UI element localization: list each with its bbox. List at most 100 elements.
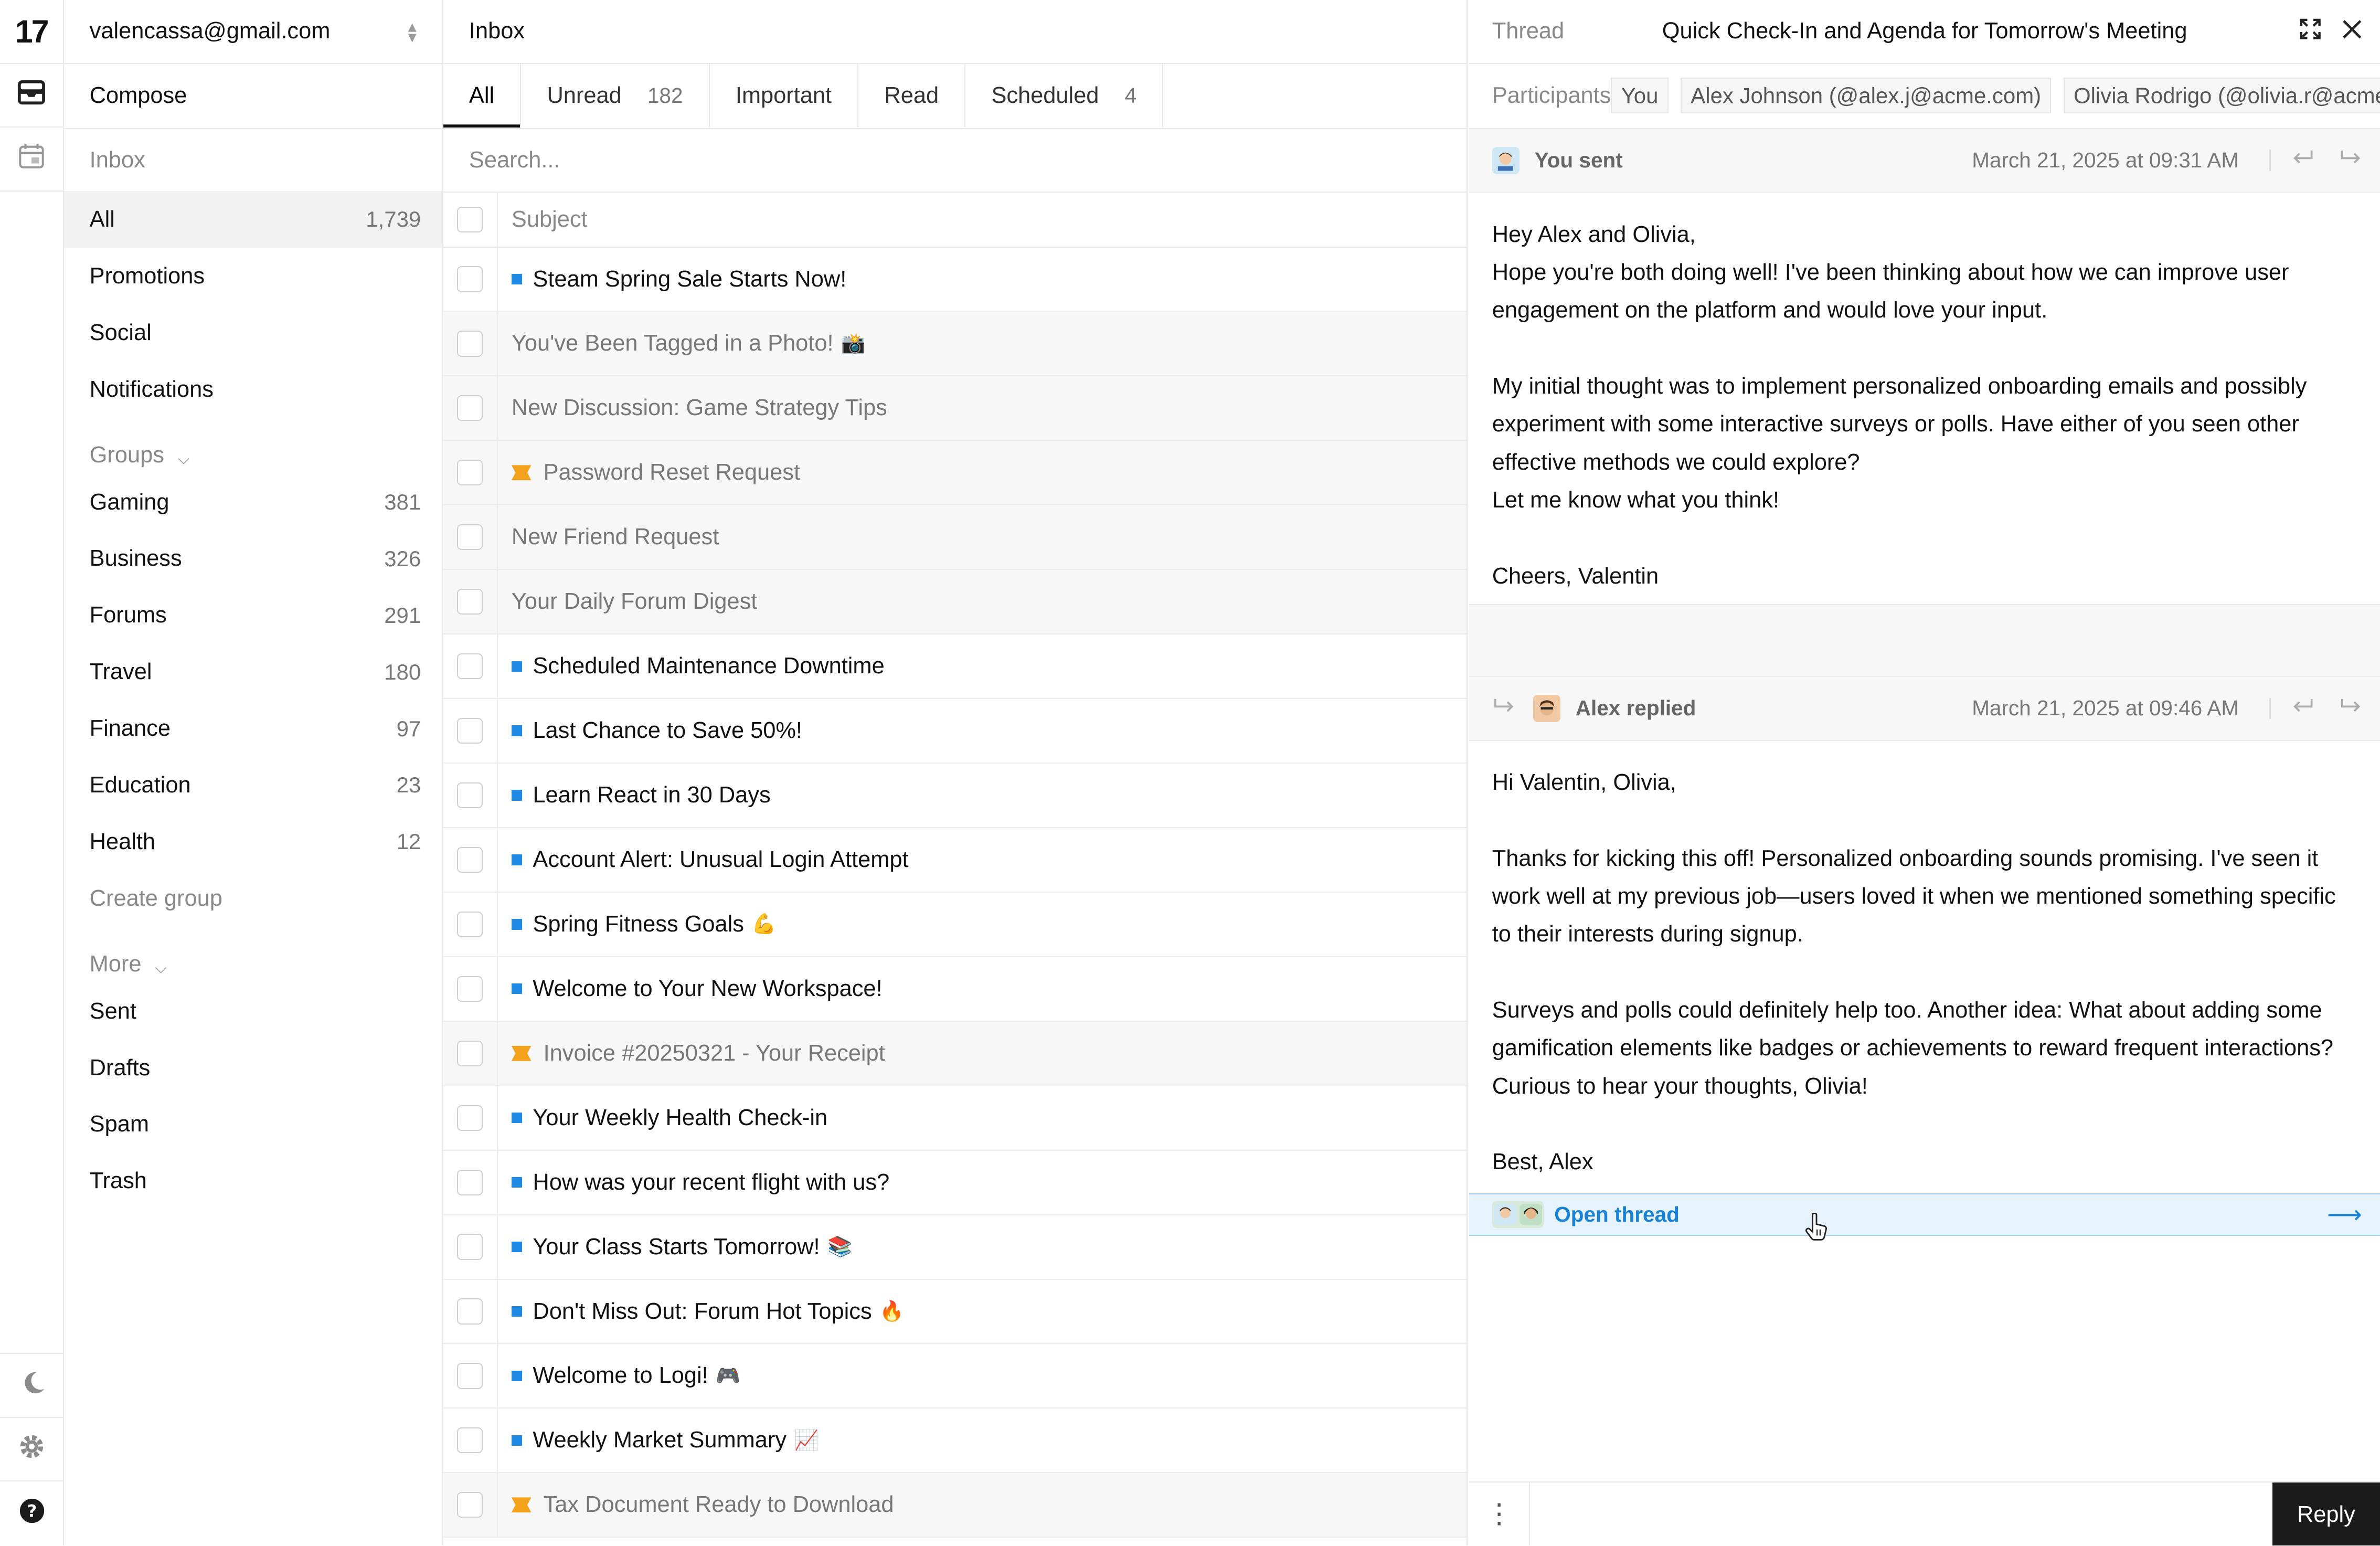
- row-checkbox[interactable]: [443, 1215, 498, 1279]
- create-group-button[interactable]: Create group: [64, 870, 442, 927]
- row-checkbox[interactable]: [443, 828, 498, 892]
- folder-item-notifications[interactable]: Notifications: [64, 361, 442, 418]
- message-row[interactable]: How was your recent flight with us?: [443, 1150, 1467, 1215]
- tab-important[interactable]: Important: [710, 63, 859, 128]
- reply-compose-area[interactable]: [1530, 1482, 2380, 1545]
- message-row[interactable]: Steam Spring Sale Starts Now!: [443, 247, 1467, 312]
- message-row[interactable]: New Discussion: Game Strategy Tips: [443, 376, 1467, 441]
- tab-all[interactable]: All: [443, 63, 522, 128]
- group-item-gaming[interactable]: Gaming 381: [64, 474, 442, 531]
- subject-emoji: 🔥: [879, 1300, 904, 1322]
- message-row[interactable]: Your Daily Forum Digest: [443, 570, 1467, 635]
- row-checkbox[interactable]: [443, 764, 498, 827]
- folder-item-all[interactable]: All 1,739: [63, 191, 442, 248]
- more-item-spam[interactable]: Spam: [64, 1096, 442, 1153]
- group-count: 381: [384, 490, 421, 515]
- tab-unread[interactable]: Unread 182: [521, 63, 710, 128]
- message-body: Hi Valentin, Olivia, Thanks for kicking t…: [1469, 741, 2380, 1181]
- row-subject: Tax Document Ready to Download: [498, 1492, 894, 1518]
- inbox-nav-button[interactable]: [0, 64, 63, 128]
- groups-heading[interactable]: Groups ⌵: [64, 418, 442, 474]
- message-row[interactable]: Tax Document Ready to Download: [443, 1473, 1467, 1538]
- more-heading[interactable]: More ⌵: [64, 927, 442, 983]
- help-button[interactable]: ?: [0, 1481, 64, 1545]
- reply-icon[interactable]: [2292, 147, 2314, 173]
- tab-scheduled[interactable]: Scheduled 4: [965, 63, 1164, 128]
- forward-icon[interactable]: [2339, 695, 2362, 721]
- message-row[interactable]: Invoice #20250321 - Your Receipt: [443, 1021, 1467, 1086]
- row-checkbox[interactable]: [443, 1150, 498, 1214]
- group-count: 180: [384, 659, 421, 684]
- message-row[interactable]: Scheduled Maintenance Downtime: [443, 634, 1467, 700]
- checkbox-box: [457, 1105, 483, 1131]
- participant-chip[interactable]: You: [1611, 77, 1669, 113]
- row-checkbox[interactable]: [443, 376, 498, 440]
- row-checkbox[interactable]: [443, 247, 498, 311]
- message-row[interactable]: New Friend Request: [443, 505, 1467, 570]
- row-checkbox[interactable]: [443, 1473, 498, 1537]
- row-checkbox[interactable]: [443, 1409, 498, 1473]
- reply-indicator-icon: [1492, 695, 1515, 721]
- more-item-drafts[interactable]: Drafts: [64, 1040, 442, 1096]
- row-checkbox[interactable]: [443, 570, 498, 634]
- group-item-forums[interactable]: Forums 291: [64, 587, 442, 644]
- reply-button[interactable]: Reply: [2272, 1483, 2380, 1545]
- message-row[interactable]: Your Class Starts Tomorrow! 📚: [443, 1215, 1467, 1280]
- group-item-finance[interactable]: Finance 97: [64, 701, 442, 757]
- search-input[interactable]: Search...: [443, 129, 1467, 193]
- message-row[interactable]: Spring Fitness Goals 💪: [443, 892, 1467, 957]
- row-checkbox[interactable]: [443, 1021, 498, 1085]
- message-row[interactable]: Welcome to Logi! 🎮: [443, 1344, 1467, 1409]
- participant-chip[interactable]: Olivia Rodrigo (@olivia.r@acme.com): [2063, 77, 2380, 113]
- row-checkbox[interactable]: [443, 892, 498, 956]
- message-row[interactable]: Weekly Market Summary 📈: [443, 1409, 1467, 1474]
- message-row[interactable]: Your Weekly Health Check-in: [443, 1086, 1467, 1151]
- theme-toggle-button[interactable]: [0, 1354, 64, 1418]
- message-row[interactable]: Password Reset Request: [443, 441, 1467, 506]
- forward-icon[interactable]: [2339, 147, 2362, 173]
- folder-item-promotions[interactable]: Promotions: [64, 248, 442, 304]
- message-row[interactable]: Don't Miss Out: Forum Hot Topics 🔥: [443, 1279, 1467, 1344]
- folder-item-social[interactable]: Social: [64, 304, 442, 361]
- more-item-trash[interactable]: Trash: [64, 1153, 442, 1210]
- arrow-right-icon: ⟶: [2327, 1201, 2362, 1229]
- row-checkbox[interactable]: [443, 1279, 498, 1343]
- reply-icon[interactable]: [2292, 695, 2314, 721]
- row-checkbox[interactable]: [443, 312, 498, 376]
- message-date: March 21, 2025 at 09:31 AM: [1972, 148, 2239, 173]
- unread-marker-icon: [511, 1306, 523, 1317]
- settings-button[interactable]: [0, 1418, 64, 1482]
- message-row[interactable]: You've Been Tagged in a Photo! 📸: [443, 312, 1467, 377]
- row-checkbox[interactable]: [443, 957, 498, 1021]
- message-body: Hey Alex and Olivia, Hope you're both doi…: [1469, 193, 2380, 604]
- account-switcher[interactable]: valencassa@gmail.com ▴ ▾: [63, 0, 442, 64]
- group-item-education[interactable]: Education 23: [64, 757, 442, 814]
- folder-label: Notifications: [89, 376, 214, 402]
- participant-chip[interactable]: Alex Johnson (@alex.j@acme.com): [1680, 77, 2052, 113]
- calendar-nav-button[interactable]: [0, 128, 63, 192]
- kebab-icon[interactable]: ⋮: [1469, 1482, 1531, 1545]
- open-thread-button[interactable]: Open thread ⟶: [1469, 1193, 2380, 1236]
- row-checkbox[interactable]: [443, 505, 498, 569]
- message-row[interactable]: Welcome to Your New Workspace!: [443, 957, 1467, 1022]
- row-checkbox[interactable]: [443, 634, 498, 698]
- more-item-sent[interactable]: Sent: [64, 983, 442, 1040]
- expand-icon[interactable]: [2300, 18, 2321, 46]
- group-item-business[interactable]: Business 326: [64, 531, 442, 587]
- row-checkbox[interactable]: [443, 1086, 498, 1150]
- close-icon[interactable]: [2342, 19, 2362, 45]
- label-tag-icon: [511, 465, 532, 481]
- compose-button[interactable]: Compose: [63, 64, 442, 129]
- message-row[interactable]: Account Alert: Unusual Login Attempt: [443, 828, 1467, 893]
- group-item-health[interactable]: Health 12: [64, 813, 442, 870]
- group-item-travel[interactable]: Travel 180: [64, 644, 442, 701]
- select-all-checkbox[interactable]: [443, 193, 498, 247]
- row-checkbox[interactable]: [443, 441, 498, 505]
- row-checkbox[interactable]: [443, 1344, 498, 1408]
- row-subject: New Friend Request: [498, 524, 719, 550]
- row-subject: Spring Fitness Goals 💪: [498, 912, 776, 937]
- message-row[interactable]: Last Chance to Save 50%!: [443, 699, 1467, 764]
- row-checkbox[interactable]: [443, 699, 498, 763]
- message-row[interactable]: Learn React in 30 Days: [443, 764, 1467, 828]
- tab-read[interactable]: Read: [858, 63, 966, 128]
